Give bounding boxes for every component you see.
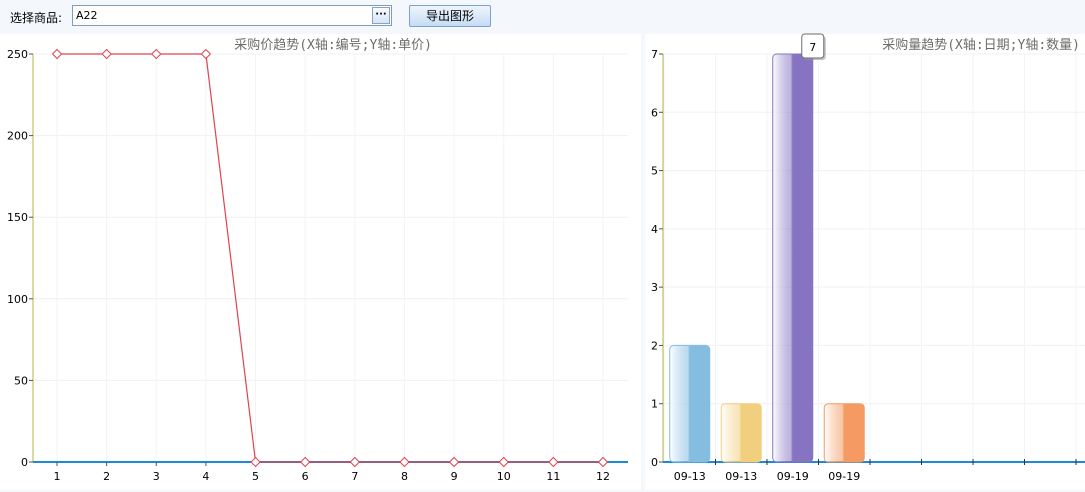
x-tick-label: 09-19 [777, 470, 809, 483]
y-tick-label: 0 [651, 456, 658, 469]
x-tick-label: 8 [401, 470, 408, 483]
data-point-marker [597, 456, 609, 468]
quantity-bar [823, 403, 865, 463]
quantity-bar [720, 403, 762, 463]
y-tick-label: 1 [651, 398, 658, 411]
data-point-marker [498, 456, 509, 468]
x-tick-label: 3 [153, 470, 160, 483]
product-picker-field[interactable]: A22 ··· [72, 5, 392, 26]
y-tick-label: 50 [14, 374, 28, 387]
price-trend-chart: 0501001502002501 2 3 4 5 6 7 8 9 10 11 12采购价趋势(X轴:编… [7, 37, 628, 483]
x-tick-label: 1 [54, 470, 61, 483]
x-tick-label: 09-13 [674, 470, 706, 483]
y-tick-label: 4 [651, 223, 658, 236]
x-tick-label: 10 [497, 470, 511, 483]
x-tick-label: 11 [546, 470, 560, 483]
y-tick-label: 100 [7, 293, 28, 306]
x-tick-label: 09-19 [828, 470, 860, 483]
ellipsis-icon[interactable]: ··· [372, 7, 390, 24]
data-point-marker [51, 48, 63, 60]
y-tick-label: 0 [21, 456, 28, 469]
x-tick-label: 9 [451, 470, 458, 483]
quantity-trend-chart-panel: 0 1 2 3 4 5 6 7 09-13 09-13 09-19 09-19 7 采购量趋势(X轴:日期… [645, 33, 1085, 490]
y-tick-label: 3 [651, 281, 658, 294]
data-point-marker [151, 48, 162, 60]
export-chart-button[interactable]: 导出图形 [409, 5, 491, 27]
product-select-label: 选择商品: [10, 11, 63, 25]
product-picker-value: A22 [76, 9, 98, 22]
data-point-marker [101, 48, 112, 60]
data-point-marker [448, 456, 460, 468]
chart-title: 采购价趋势(X轴:编号;Y轴:单价) [234, 37, 432, 53]
x-tick-label: 5 [252, 470, 259, 483]
price-trend-chart-panel: 0 50 100 150 200 250 1 2 3 4 5 6 7 8 9 10 11 12 采购价趋势(X轴:编… [0, 34, 641, 490]
y-tick-label: 250 [7, 48, 28, 61]
data-point-marker [200, 48, 212, 60]
quantity-trend-chart: 0 1 2 3 4 5 6 7 09-13 09-13 09-19 09-19 7 采购量趋势(X轴:日期… [651, 33, 1085, 483]
x-tick-label: 7 [351, 470, 358, 483]
data-point-marker [349, 456, 361, 468]
toolbar: 选择商品: A22 ··· 导出图形 [0, 0, 1085, 34]
x-tick-label: 4 [202, 470, 209, 483]
data-point-marker [299, 456, 311, 468]
value-tooltip-text: 7 [809, 41, 816, 54]
quantity-bar [669, 344, 711, 463]
y-tick-label: 6 [651, 106, 658, 119]
x-tick-label: 09-13 [725, 470, 757, 483]
y-tick-label: 7 [651, 48, 658, 61]
quantity-bar [772, 53, 814, 463]
data-point-marker [548, 456, 559, 468]
x-tick-label: 2 [103, 470, 110, 483]
x-tick-label: 6 [302, 470, 309, 483]
x-tick-label: 12 [596, 470, 610, 483]
y-tick-label: 5 [651, 165, 658, 178]
chart-title: 采购量趋势(X轴:日期;Y轴:数量) [882, 37, 1080, 53]
y-tick-label: 200 [7, 130, 28, 143]
y-tick-label: 150 [7, 211, 28, 224]
data-point-marker [399, 456, 410, 468]
y-tick-label: 2 [651, 339, 658, 352]
price-series-line [57, 53, 603, 463]
data-point-marker [250, 456, 261, 468]
